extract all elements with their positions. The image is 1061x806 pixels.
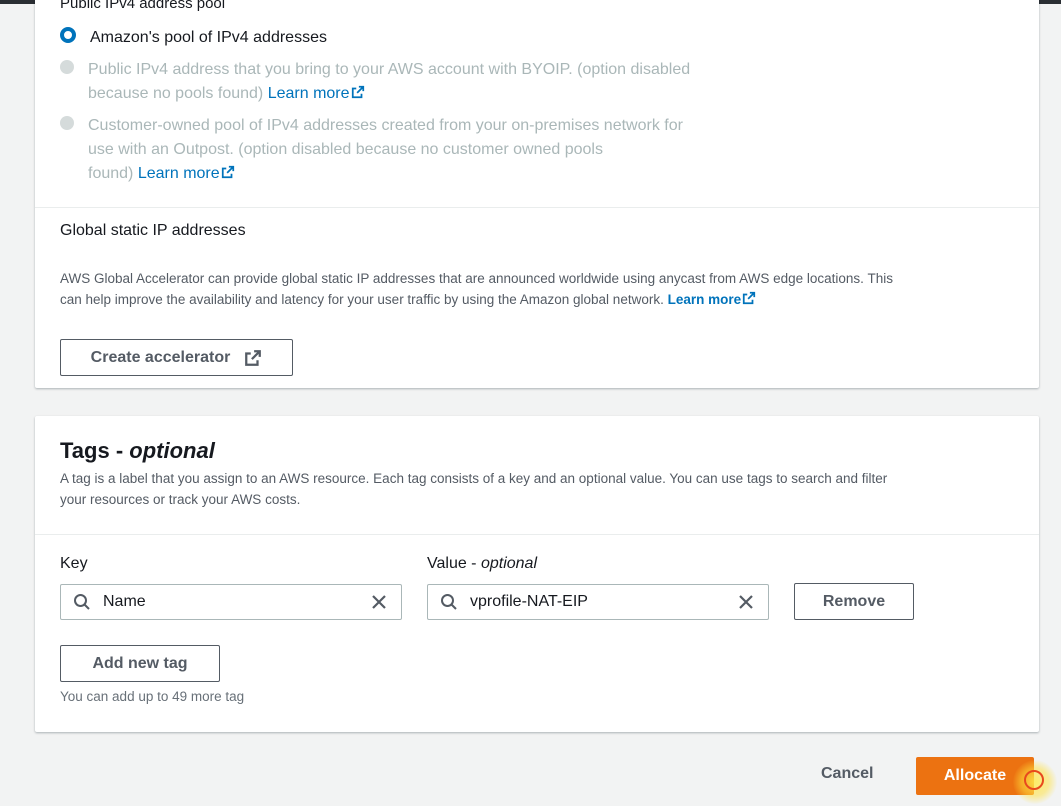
remove-tag-button[interactable]: Remove <box>794 583 914 620</box>
create-accelerator-button[interactable]: Create accelerator <box>60 339 293 376</box>
tags-panel: Tags - optional A tag is a label that yo… <box>35 416 1039 732</box>
radio-disabled-icon <box>60 60 74 74</box>
tag-value-value: vprofile-NAT-EIP <box>470 593 588 610</box>
tags-description: A tag is a label that you assign to an A… <box>60 471 888 507</box>
tag-limit-hint: You can add up to 49 more tag <box>60 689 245 704</box>
radio-label: Amazon's pool of IPv4 addresses <box>90 29 327 46</box>
external-link-icon <box>245 349 262 366</box>
remove-label: Remove <box>822 592 886 610</box>
radio-byoip-pool: Public IPv4 address that you bring to yo… <box>60 58 690 106</box>
external-link-icon <box>351 85 364 99</box>
ip-settings-panel: Public IPv4 address pool Amazon's pool o… <box>35 0 1039 388</box>
tag-value-input[interactable]: vprofile-NAT-EIP <box>427 584 769 620</box>
radio-label-line2: use with an Outpost. (option disabled be… <box>88 141 603 158</box>
radio-selected-icon[interactable] <box>60 27 76 43</box>
learn-more-link[interactable]: Learn more <box>668 291 757 307</box>
learn-more-link[interactable]: Learn more <box>268 85 365 102</box>
external-link-icon <box>743 291 756 305</box>
radio-label-line3: found) <box>88 165 134 182</box>
external-link-icon <box>221 165 234 179</box>
tag-key-value: Name <box>103 593 146 610</box>
clear-icon[interactable] <box>369 592 389 612</box>
add-new-tag-button[interactable]: Add new tag <box>60 645 220 682</box>
key-label: Key <box>60 555 88 572</box>
search-icon <box>74 594 90 610</box>
clear-icon[interactable] <box>736 592 756 612</box>
value-label: Value - optional <box>427 555 537 572</box>
tag-key-input[interactable]: Name <box>60 584 402 620</box>
allocate-label: Allocate <box>943 767 1007 784</box>
radio-label-line2: because no pools found) <box>88 85 264 102</box>
divider <box>35 534 1039 535</box>
radio-disabled-icon <box>60 116 74 130</box>
learn-more-link[interactable]: Learn more <box>138 165 235 182</box>
radio-label-line1: Customer-owned pool of IPv4 addresses cr… <box>88 117 683 134</box>
pool-heading: Public IPv4 address pool <box>60 0 226 12</box>
search-icon <box>441 594 457 610</box>
global-ip-title: Global static IP addresses <box>60 222 246 239</box>
global-ip-description: AWS Global Accelerator can provide globa… <box>60 271 893 307</box>
radio-amazon-pool[interactable]: Amazon's pool of IPv4 addresses <box>60 26 327 50</box>
cursor-icon <box>1024 770 1044 790</box>
tags-title: Tags - optional <box>60 438 215 463</box>
radio-label-line1: Public IPv4 address that you bring to yo… <box>88 61 691 78</box>
create-accelerator-label: Create accelerator <box>90 348 231 366</box>
cancel-button[interactable]: Cancel <box>821 765 873 783</box>
radio-customer-owned-pool: Customer-owned pool of IPv4 addresses cr… <box>60 114 683 186</box>
allocate-button[interactable]: Allocate <box>916 757 1034 795</box>
add-new-tag-label: Add new tag <box>92 654 188 672</box>
divider <box>35 207 1039 208</box>
